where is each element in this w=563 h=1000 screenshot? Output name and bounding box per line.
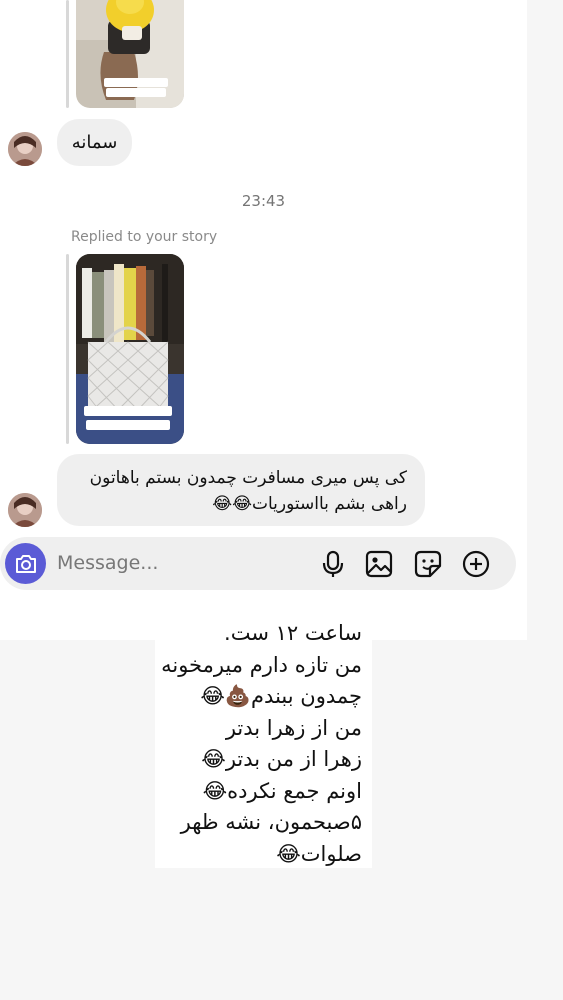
replied-to-story-label: Replied to your story: [71, 229, 218, 245]
avatar-image: [8, 493, 42, 527]
camera-icon: [15, 554, 36, 573]
message-text: سمانه: [71, 132, 118, 153]
avatar[interactable]: [8, 132, 42, 166]
story-image-closet: [76, 254, 184, 444]
message-bubble-reply-one[interactable]: سمانه: [57, 119, 132, 166]
sticker-icon[interactable]: [413, 549, 443, 579]
overlay-caption-box: ساعت ۱۲ ست. من تازه دارم میرمخونه چمدون …: [155, 612, 372, 868]
camera-button[interactable]: [5, 543, 46, 584]
story-reply-line: [66, 254, 69, 444]
story-image-cupcake: [76, 0, 184, 108]
right-gutter: [527, 0, 563, 1000]
story-thumbnail-second[interactable]: [76, 254, 184, 444]
overlay-caption-text: ساعت ۱۲ ست. من تازه دارم میرمخونه چمدون …: [161, 621, 362, 866]
avatar-image: [8, 132, 42, 166]
message-input[interactable]: Message...: [57, 552, 158, 574]
gallery-icon[interactable]: [364, 549, 394, 579]
message-bubble-reply-two[interactable]: کی پس میری مسافرت چمدون بستم باهاتون راه…: [57, 454, 425, 526]
plus-icon[interactable]: [461, 549, 491, 579]
avatar[interactable]: [8, 493, 42, 527]
message-composer: Message...: [0, 537, 516, 590]
timestamp: 23:43: [241, 192, 286, 210]
story-reply-line: [66, 0, 69, 108]
message-text-line: کی پس میری مسافرت چمدون بستم باهاتون: [89, 468, 407, 488]
message-text-line: راهی بشم بااستوریات😂😂: [212, 494, 407, 514]
story-thumbnail-first[interactable]: [76, 0, 184, 108]
chat-panel: سمانه 23:43 Replied to your story کی پس …: [0, 0, 527, 640]
microphone-icon[interactable]: [318, 549, 348, 579]
